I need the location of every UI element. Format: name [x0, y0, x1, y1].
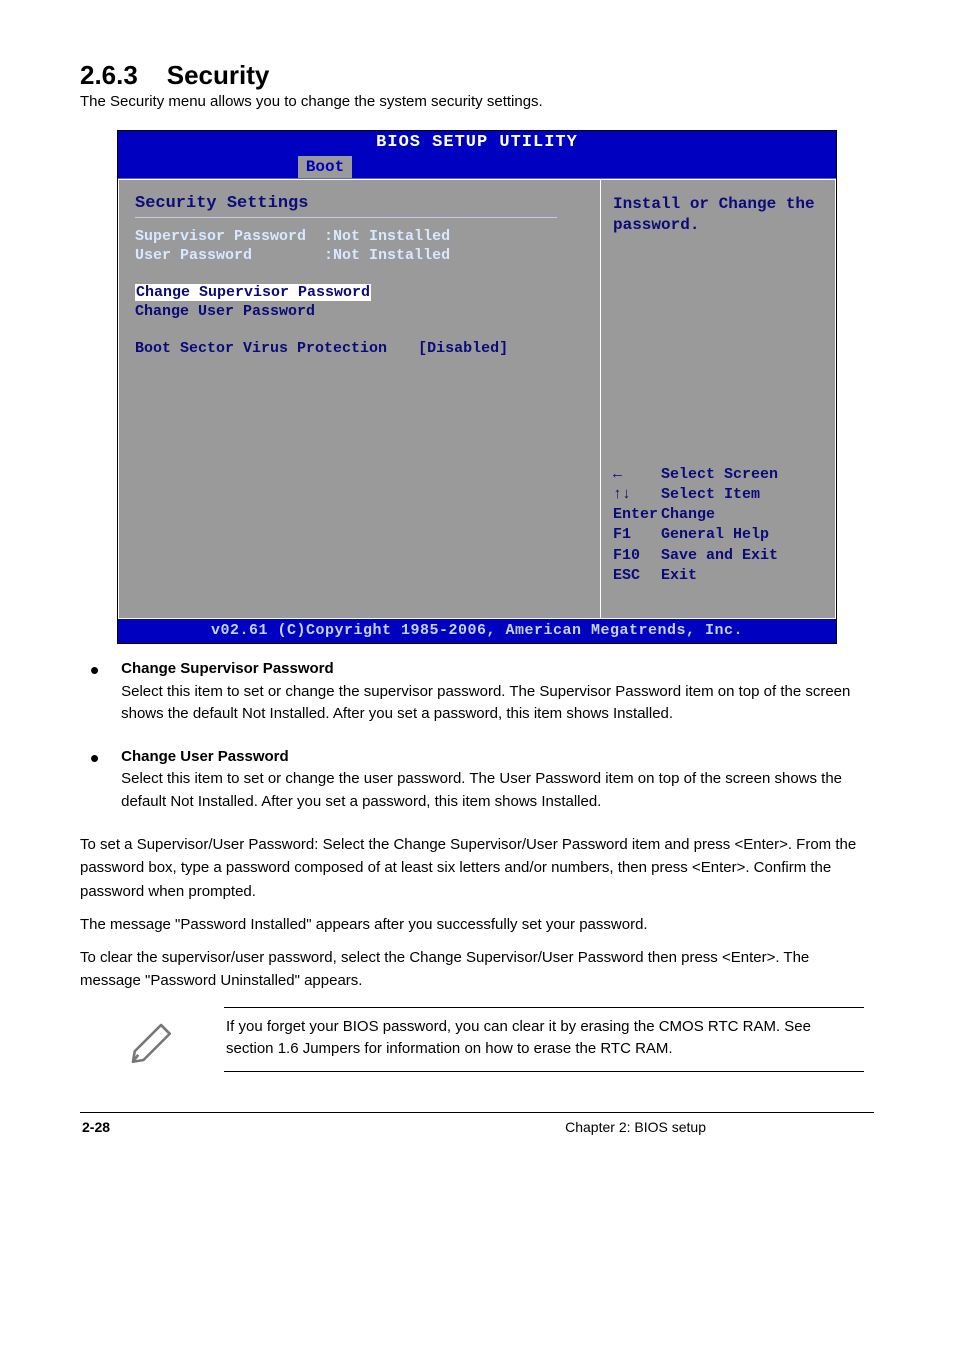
bios-item-boot-sector[interactable]: Boot Sector Virus Protection [Disabled] [135, 340, 584, 357]
bios-context-help: Install or Change the password. [613, 194, 823, 236]
note-bottom-rule [224, 1071, 864, 1072]
bullet-0-title: Change Supervisor Password [121, 660, 334, 677]
note-pencil-icon [126, 1011, 182, 1067]
bios-item-boot-sector-value: [Disabled] [418, 340, 508, 357]
key-updown-icon: ↑↓ [613, 485, 661, 505]
bios-user-label: User Password [135, 247, 252, 264]
key-left-icon: ← [613, 465, 661, 485]
bios-left-heading: Security Settings [135, 194, 584, 213]
section-title: Security [167, 60, 270, 90]
bios-supervisor-label: Supervisor Password [135, 228, 306, 245]
section-subtitle: The Security menu allows you to change t… [80, 91, 874, 112]
bios-item-change-user[interactable]: Change User Password [135, 303, 584, 320]
note-text: If you forget your BIOS password, you ca… [224, 1008, 864, 1071]
bios-tab-boot[interactable]: Boot [298, 156, 352, 178]
key-f1-label: F1 [613, 525, 661, 545]
page-footer-chapter: Chapter 2: BIOS setup [565, 1119, 706, 1135]
bios-user-value: :Not Installed [324, 247, 450, 264]
bios-footer: v02.61 (C)Copyright 1985-2006, American … [118, 619, 836, 643]
bios-left-pane: Security Settings Supervisor Password :N… [118, 179, 600, 619]
bullet-item: • Change Supervisor Password Select this… [80, 658, 874, 726]
bullet-1-title: Change User Password [121, 748, 289, 765]
bios-key-legend: ←Select Screen ↑↓Select Item EnterChange… [613, 465, 823, 605]
bios-title: BIOS SETUP UTILITY [118, 131, 836, 152]
key-enter-desc: Change [661, 506, 715, 523]
page-footer: 2-28 Chapter 2: BIOS setup [80, 1113, 874, 1135]
bios-left-divider [135, 217, 557, 218]
page-number: 2-28 [82, 1119, 110, 1135]
bios-title-bar: BIOS SETUP UTILITY Boot [118, 131, 836, 179]
key-esc-label: ESC [613, 566, 661, 586]
bios-screenshot: BIOS SETUP UTILITY Boot Security Setting… [117, 130, 837, 644]
bullet-item: • Change User Password Select this item … [80, 746, 874, 814]
paragraph-clear-password: To clear the supervisor/user password, s… [80, 946, 874, 993]
bullet-dot-icon: • [90, 664, 99, 677]
bios-tab-bar: Boot [118, 156, 836, 178]
bios-supervisor-value: :Not Installed [324, 228, 450, 245]
paragraph-password-installed: The message "Password Installed" appears… [80, 913, 874, 936]
bios-user-row: User Password :Not Installed [135, 247, 584, 264]
note-callout: If you forget your BIOS password, you ca… [80, 1007, 874, 1072]
bullet-0-body: Select this item to set or change the su… [121, 683, 850, 723]
key-f10-desc: Save and Exit [661, 547, 778, 564]
key-updown-desc: Select Item [661, 486, 760, 503]
bios-supervisor-row: Supervisor Password :Not Installed [135, 228, 584, 245]
key-left-desc: Select Screen [661, 466, 778, 483]
section-number: 2.6.3 [80, 60, 138, 90]
bios-item-boot-sector-label: Boot Sector Virus Protection [135, 340, 387, 357]
bullet-list: • Change Supervisor Password Select this… [80, 658, 874, 813]
bullet-dot-icon: • [90, 752, 99, 765]
key-f1-desc: General Help [661, 526, 769, 543]
paragraph-set-password: To set a Supervisor/User Password: Selec… [80, 833, 874, 903]
key-esc-desc: Exit [661, 567, 697, 584]
bios-right-pane: Install or Change the password. ←Select … [600, 179, 836, 619]
key-f10-label: F10 [613, 546, 661, 566]
section-heading: 2.6.3 Security [80, 60, 874, 91]
key-enter-label: Enter [613, 505, 661, 525]
bios-item-change-supervisor[interactable]: Change Supervisor Password [135, 284, 371, 301]
bullet-1-body: Select this item to set or change the us… [121, 770, 842, 810]
